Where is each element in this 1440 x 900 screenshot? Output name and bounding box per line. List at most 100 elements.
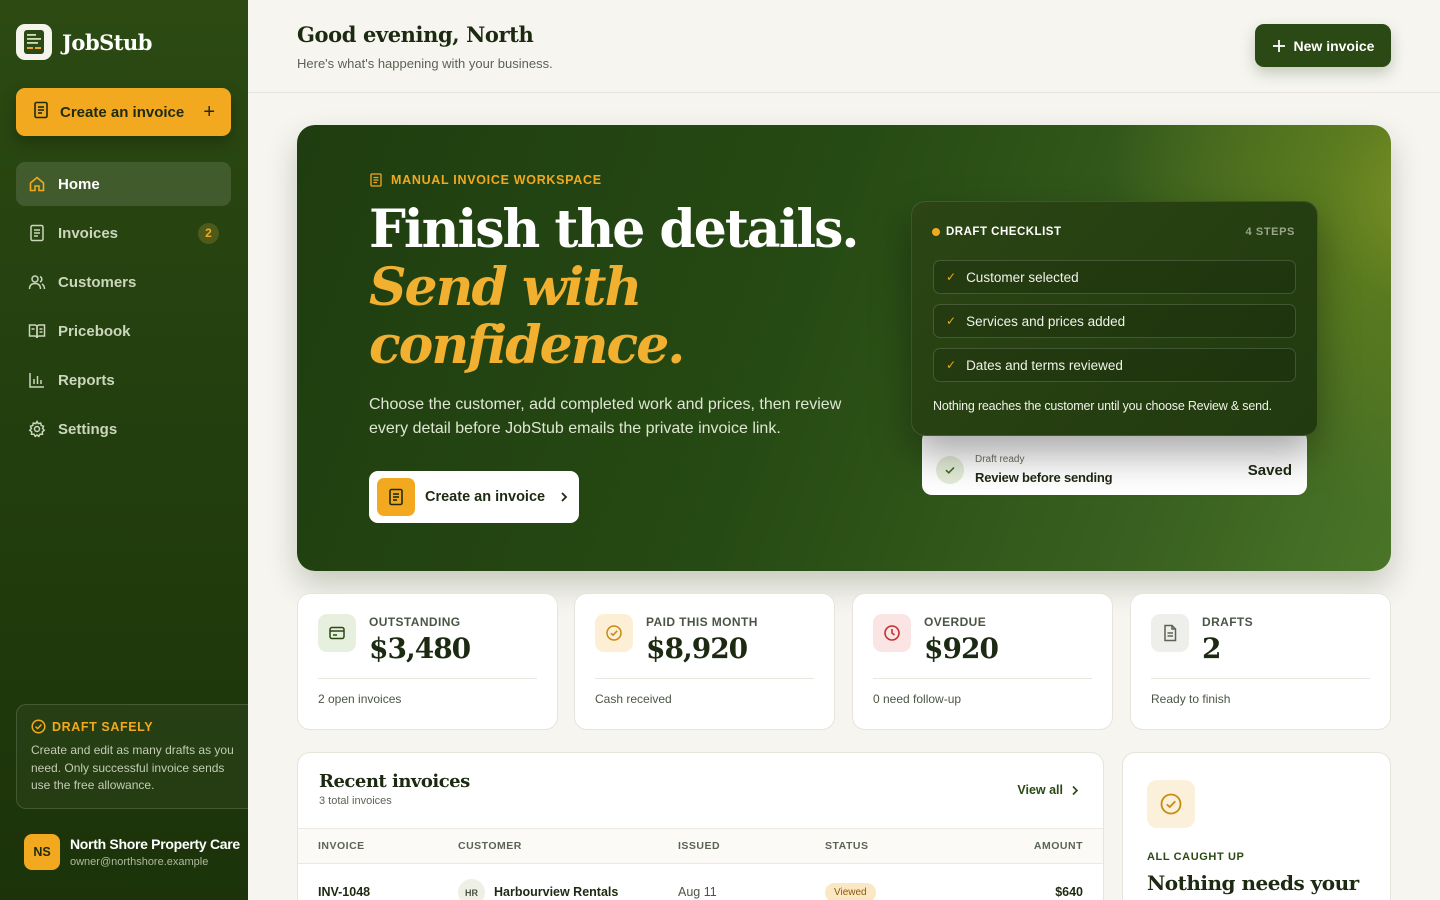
issued-date: Aug 11 xyxy=(678,885,717,899)
draft-safely-text: Create and edit as many drafts as you ne… xyxy=(31,743,234,792)
column-header[interactable]: CUSTOMER xyxy=(458,840,522,852)
document-icon xyxy=(32,101,50,123)
checklist-item: ✓ Services and prices added xyxy=(933,304,1296,338)
check-icon: ✓ xyxy=(946,270,957,284)
column-header[interactable]: STATUS xyxy=(825,840,868,852)
jobstub-logo-icon xyxy=(16,24,52,60)
brand[interactable]: JobStub xyxy=(16,24,152,60)
sidebar: JobStub Create an invoice + Home Invoice… xyxy=(0,0,248,900)
column-header[interactable]: ISSUED xyxy=(678,840,720,852)
stat-value: $8,920 xyxy=(646,632,748,665)
draft-ready-label: Draft ready xyxy=(975,454,1025,465)
page-subtitle: Here's what's happening with your busine… xyxy=(297,56,553,71)
sidebar-item-home[interactable]: Home xyxy=(16,162,231,206)
hero-headline-accent: Send with confidence. xyxy=(369,257,685,376)
checklist-title: DRAFT CHECKLIST xyxy=(932,226,1061,238)
sidebar-item-settings[interactable]: Settings xyxy=(16,407,231,451)
chevron-right-icon xyxy=(561,492,568,502)
check-circle-icon xyxy=(595,614,633,652)
column-header[interactable]: AMOUNT xyxy=(1034,840,1083,852)
hero-headline: Finish the details. xyxy=(369,199,859,260)
sidebar-item-label: Invoices xyxy=(58,224,119,242)
hero-banner: MANUAL INVOICE WORKSPACE Finish the deta… xyxy=(297,125,1391,571)
invoices-count-badge: 2 xyxy=(198,222,219,244)
stat-card-overdue[interactable]: OVERDUE $920 0 need follow-up xyxy=(852,593,1113,730)
page-header: Good evening, North Here's what's happen… xyxy=(248,0,1440,93)
check-icon xyxy=(936,456,964,484)
sidebar-item-reports[interactable]: Reports xyxy=(16,358,231,402)
sidebar-item-label: Customers xyxy=(58,273,137,291)
document-icon xyxy=(28,224,46,242)
page-title: Good evening, North xyxy=(297,22,534,47)
stat-value: $3,480 xyxy=(369,632,471,665)
account-menu[interactable]: NS North Shore Property Care owner@north… xyxy=(24,834,240,870)
chevron-right-icon xyxy=(1072,785,1079,795)
recent-invoices-title: Recent invoices xyxy=(319,771,470,792)
chart-icon xyxy=(28,371,46,389)
new-invoice-button[interactable]: New invoice xyxy=(1255,24,1391,67)
sidebar-item-label: Home xyxy=(58,175,100,193)
checklist-item: ✓ Dates and terms reviewed xyxy=(933,348,1296,382)
wallet-icon xyxy=(318,614,356,652)
document-icon xyxy=(370,173,382,187)
draft-safely-title: DRAFT SAFELY xyxy=(31,719,234,734)
invoice-amount: $640 xyxy=(1055,885,1083,899)
hero-description: Choose the customer, add completed work … xyxy=(369,396,842,437)
file-icon xyxy=(1151,614,1189,652)
sidebar-item-label: Settings xyxy=(58,420,118,438)
draft-safely-panel: DRAFT SAFELY Create and edit as many dra… xyxy=(16,704,248,809)
table-header: INVOICE CUSTOMER ISSUED STATUS AMOUNT xyxy=(298,828,1103,864)
column-header[interactable]: INVOICE xyxy=(318,840,365,852)
check-circle-icon xyxy=(31,719,46,734)
brand-name: JobStub xyxy=(62,29,152,55)
stat-label: OUTSTANDING xyxy=(369,615,461,629)
avatar: NS xyxy=(24,834,60,870)
draft-checklist: DRAFT CHECKLIST 4 STEPS ✓ Customer select… xyxy=(911,201,1318,436)
sidebar-item-pricebook[interactable]: Pricebook xyxy=(16,309,231,353)
stat-label: DRAFTS xyxy=(1202,615,1254,629)
book-icon xyxy=(28,322,46,340)
sidebar-item-label: Reports xyxy=(58,371,115,389)
hero-eyebrow: MANUAL INVOICE WORKSPACE xyxy=(369,173,602,187)
check-icon: ✓ xyxy=(946,314,957,328)
view-all-link[interactable]: View all xyxy=(1017,783,1079,797)
clock-icon xyxy=(873,614,911,652)
stat-card-drafts[interactable]: DRAFTS 2 Ready to finish xyxy=(1130,593,1391,730)
check-icon: ✓ xyxy=(946,358,957,372)
gear-icon xyxy=(28,420,46,438)
sidebar-item-customers[interactable]: Customers xyxy=(16,260,231,304)
status-badge: Viewed xyxy=(825,883,876,900)
customer-name: Harbourview Rentals xyxy=(494,885,619,899)
checklist-footer: Nothing reaches the customer until you c… xyxy=(933,399,1272,413)
draft-saved-card: Draft ready Review before sending Saved xyxy=(922,430,1307,495)
account-name: North Shore Property Care xyxy=(70,836,240,852)
stat-note: Ready to finish xyxy=(1151,692,1231,706)
customer-avatar: HR xyxy=(458,879,485,900)
sidebar-nav: Home Invoices 2 Customers Pricebook Repo… xyxy=(16,162,231,456)
table-row[interactable]: INV-1048 HR Harbourview Rentals Aug 11 V… xyxy=(298,865,1103,900)
stat-value: 2 xyxy=(1202,632,1222,665)
invoice-number: INV-1048 xyxy=(318,885,371,899)
plus-icon: + xyxy=(203,100,215,123)
users-icon xyxy=(28,273,46,291)
create-invoice-label: Create an invoice xyxy=(60,103,185,121)
stat-note: Cash received xyxy=(595,692,672,706)
hero-create-invoice-button[interactable]: Create an invoice xyxy=(369,471,579,523)
stat-label: OVERDUE xyxy=(924,615,987,629)
checklist-steps-count: 4 STEPS xyxy=(1245,226,1295,238)
stat-card-paid-this-month[interactable]: PAID THIS MONTH $8,920 Cash received xyxy=(574,593,835,730)
plus-icon xyxy=(1272,39,1285,52)
review-before-sending-label: Review before sending xyxy=(975,470,1113,485)
saved-status: Saved xyxy=(1247,462,1292,479)
stat-note: 0 need follow-up xyxy=(873,692,962,706)
sidebar-create-invoice-button[interactable]: Create an invoice + xyxy=(16,88,231,136)
stat-card-outstanding[interactable]: OUTSTANDING $3,480 2 open invoices xyxy=(297,593,558,730)
sidebar-item-invoices[interactable]: Invoices 2 xyxy=(16,211,231,255)
caught-up-label: ALL CAUGHT UP xyxy=(1147,851,1245,863)
recent-invoices-count: 3 total invoices xyxy=(319,795,392,807)
status-dot xyxy=(932,228,940,236)
stat-value: $920 xyxy=(924,632,999,665)
caught-up-title: Nothing needs your xyxy=(1147,871,1359,895)
sidebar-item-label: Pricebook xyxy=(58,322,131,340)
checklist-item: ✓ Customer selected xyxy=(933,260,1296,294)
